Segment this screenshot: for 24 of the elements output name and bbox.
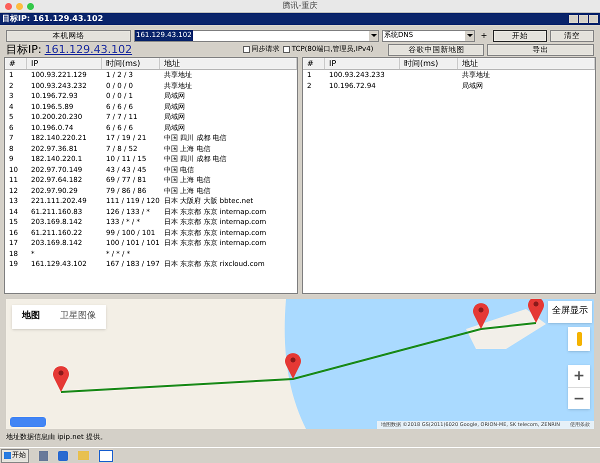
column-header[interactable]: 时间(ms)	[400, 58, 458, 69]
column-header[interactable]: IP	[325, 58, 400, 69]
column-header[interactable]: 地址	[160, 58, 297, 69]
app-icon[interactable]	[99, 450, 113, 462]
zoom-out-button[interactable]: −	[568, 387, 590, 409]
column-header[interactable]: #	[5, 58, 27, 69]
dropdown-icon[interactable]	[369, 30, 378, 40]
add-button[interactable]: +	[478, 30, 490, 42]
window-title: 腾讯-重庆	[282, 0, 318, 12]
checkbox[interactable]	[282, 46, 290, 53]
app-title: 目标IP: 161.129.43.102	[2, 13, 104, 25]
zoom-icon[interactable]	[27, 2, 34, 10]
dropdown-icon[interactable]	[465, 30, 474, 40]
column-header[interactable]: 地址	[458, 58, 595, 69]
target-ip-link[interactable]: 161.129.43.102	[44, 44, 132, 55]
column-header[interactable]: IP	[27, 58, 102, 69]
checkbox[interactable]	[242, 46, 250, 53]
fullscreen-button[interactable]: 全屏显示	[548, 301, 592, 322]
target-label: 目标IP:	[6, 44, 42, 55]
map-type-tab[interactable]: 地图	[12, 305, 50, 328]
zoom-in-button[interactable]: +	[568, 365, 590, 387]
column-header[interactable]: 时间(ms)	[102, 58, 160, 69]
column-header[interactable]: #	[303, 58, 325, 69]
map-type-tab[interactable]: 卫星图像	[50, 305, 106, 328]
